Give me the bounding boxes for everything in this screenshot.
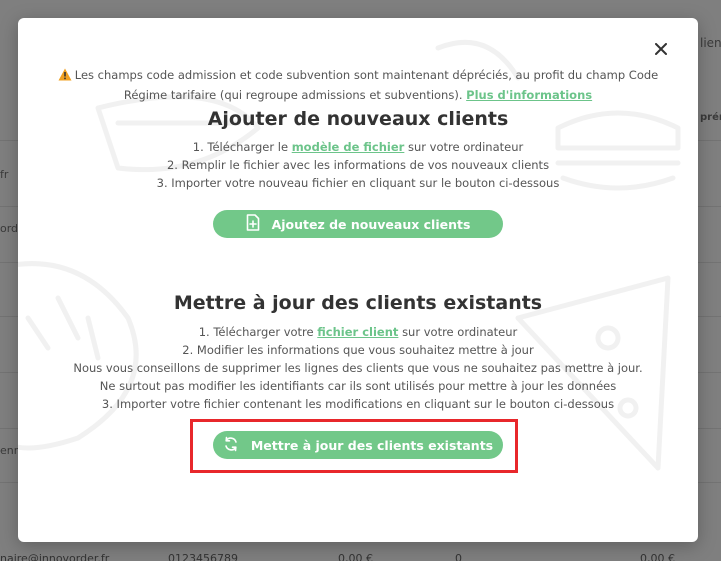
bg-phone: 0123456789: [168, 552, 238, 561]
update-advice-2: Ne surtout pas modifier les identifiants…: [99, 379, 617, 393]
update-clients-button-label: Mettre à jour des clients existants: [250, 437, 494, 453]
add-step-1-prefix: 1. Télécharger le: [192, 140, 289, 154]
bg-amount-2: 0,00 €: [640, 552, 675, 561]
add-step-1: 1. Télécharger le modèle de fichier sur …: [18, 138, 698, 156]
update-clients-title: Mettre à jour des clients existants: [173, 292, 543, 314]
bg-column-fragment: prén: [700, 112, 721, 123]
update-step-2: 2. Modifier les informations que vous so…: [182, 343, 534, 357]
add-step-3: 3. Importer votre nouveau fichier en cli…: [156, 176, 560, 190]
add-clients-steps: 1. Télécharger le modèle de fichier sur …: [18, 138, 698, 192]
update-step-1-prefix: 1. Télécharger votre: [198, 325, 314, 339]
update-step-3: 3. Importer votre fichier contenant les …: [101, 397, 615, 411]
client-file-link[interactable]: fichier client: [317, 325, 398, 339]
refresh-icon: [223, 436, 239, 455]
update-step-1-suffix: sur votre ordinateur: [402, 325, 518, 339]
bg-header-fragment: lients: [700, 36, 721, 50]
add-clients-title: Ajouter de nouveaux clients: [207, 108, 509, 130]
add-clients-button-label: Ajoutez de nouveaux clients: [271, 216, 471, 232]
update-step-1: 1. Télécharger votre fichier client sur …: [18, 323, 698, 341]
bg-row-fragment: fr: [0, 168, 9, 181]
close-icon[interactable]: [652, 40, 670, 58]
bg-amount: 0,00 €: [338, 552, 373, 561]
add-step-2: 2. Remplir le fichier avec les informati…: [166, 158, 550, 172]
bg-email: naire@innovorder.fr: [0, 552, 110, 561]
update-clients-button[interactable]: Mettre à jour des clients existants: [213, 431, 503, 459]
bg-count: 0: [455, 552, 462, 561]
update-clients-steps: 1. Télécharger votre fichier client sur …: [18, 323, 698, 413]
update-advice-1: Nous vous conseillons de supprimer les l…: [73, 361, 643, 375]
add-step-1-suffix: sur votre ordinateur: [408, 140, 524, 154]
deprecation-notice: Les champs code admission et code subven…: [48, 66, 668, 104]
more-info-link[interactable]: Plus d'informations: [466, 88, 592, 102]
warning-icon: [58, 68, 72, 86]
add-clients-button[interactable]: Ajoutez de nouveaux clients: [213, 210, 503, 238]
import-clients-modal: Les champs code admission et code subven…: [18, 18, 698, 542]
add-file-icon: [246, 214, 260, 234]
template-file-link[interactable]: modèle de fichier: [292, 140, 405, 154]
